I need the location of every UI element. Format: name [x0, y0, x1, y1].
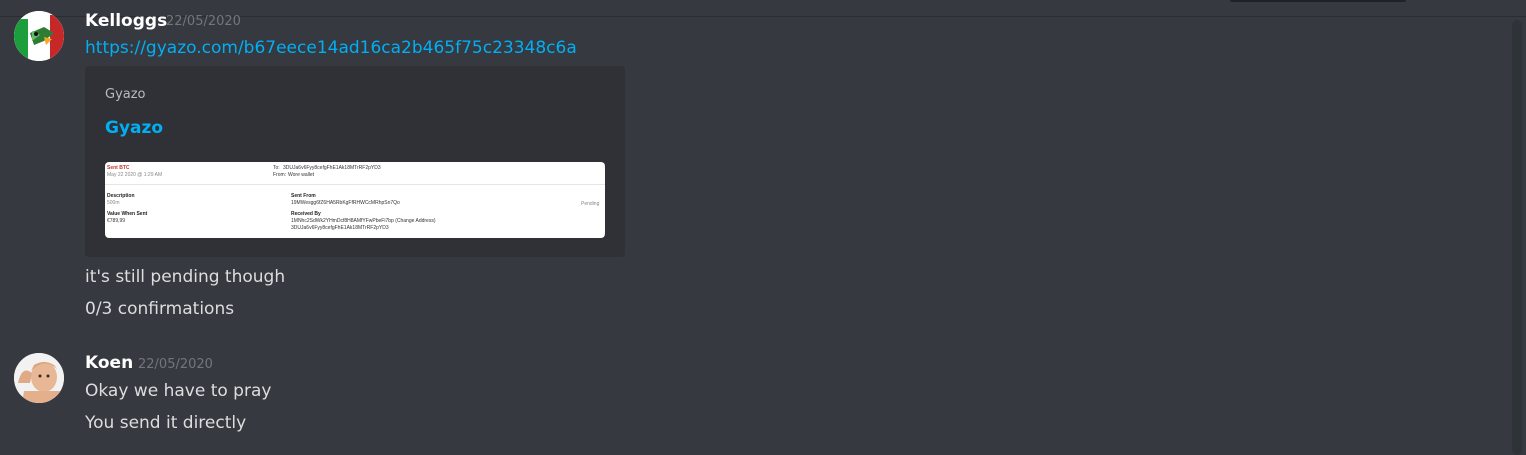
embed-provider[interactable]: Gyazo — [105, 87, 146, 102]
avatar[interactable] — [14, 11, 64, 61]
tx-divider — [105, 184, 605, 185]
message-timestamp: 22/05/2020 — [166, 14, 241, 29]
tx-received-by-value-1: 1MNhc2SdWk2YHmDcf8H8AMfYFwPbeFi7bp (Chan… — [291, 218, 436, 224]
kelloggs-avatar-icon — [14, 11, 64, 61]
tx-sent-from-label: Sent From — [291, 193, 316, 199]
embed-title[interactable]: Gyazo — [105, 118, 163, 138]
message-author[interactable]: Kelloggs — [85, 11, 167, 31]
link-embed: Gyazo Gyazo Sent BTC May 22 2020 @ 1:29 … — [85, 66, 625, 257]
tx-description-label: Description — [107, 193, 135, 199]
message-link-line: https://gyazo.com/b67eece14ad16ca2b465f7… — [85, 38, 577, 58]
tx-to-label: To: — [273, 165, 280, 171]
tx-from-value: Wore wallet — [288, 172, 315, 178]
message-text: Okay we have to pray — [85, 381, 272, 401]
tx-sent-from-value: 19MWesgg6fZ6HA5RbKgFfRHWCcMRhpSn7Qo — [291, 200, 400, 206]
message-text: it's still pending though — [85, 267, 286, 287]
tx-status: Pending — [581, 201, 600, 207]
tx-to-value: 3DUJa6v6Fyy8cefgFhE1Ak18MTrRF2pYD3 — [283, 165, 381, 171]
tx-received-by-label: Received By — [291, 211, 321, 217]
tx-value-label: Value When Sent — [107, 211, 148, 217]
header-search-edge[interactable] — [1230, 0, 1406, 2]
gyazo-link[interactable]: https://gyazo.com/b67eece14ad16ca2b465f7… — [85, 38, 577, 58]
avatar[interactable] — [14, 353, 64, 403]
koen-avatar-icon — [14, 353, 64, 403]
tx-sent-label: Sent BTC — [107, 165, 130, 171]
tx-from-label: From: — [273, 172, 287, 178]
tx-description-value: 500m — [107, 200, 120, 206]
message-author[interactable]: Koen — [85, 353, 133, 373]
tx-value-value: €789,99 — [107, 218, 126, 224]
tx-date: May 22 2020 @ 1:29 AM — [107, 172, 163, 178]
message-text: 0/3 confirmations — [85, 299, 235, 319]
message-text: You send it directly — [85, 413, 247, 433]
tx-received-by-value-2: 3DUJa6v6Fyy8cefgFhE1Ak18MTrRF2pYD3 — [291, 225, 389, 231]
chat-scrollbar[interactable] — [1512, 20, 1522, 455]
message-timestamp: 22/05/2020 — [138, 357, 213, 372]
embed-image[interactable]: Sent BTC May 22 2020 @ 1:29 AM To: 3DUJa… — [105, 162, 605, 238]
